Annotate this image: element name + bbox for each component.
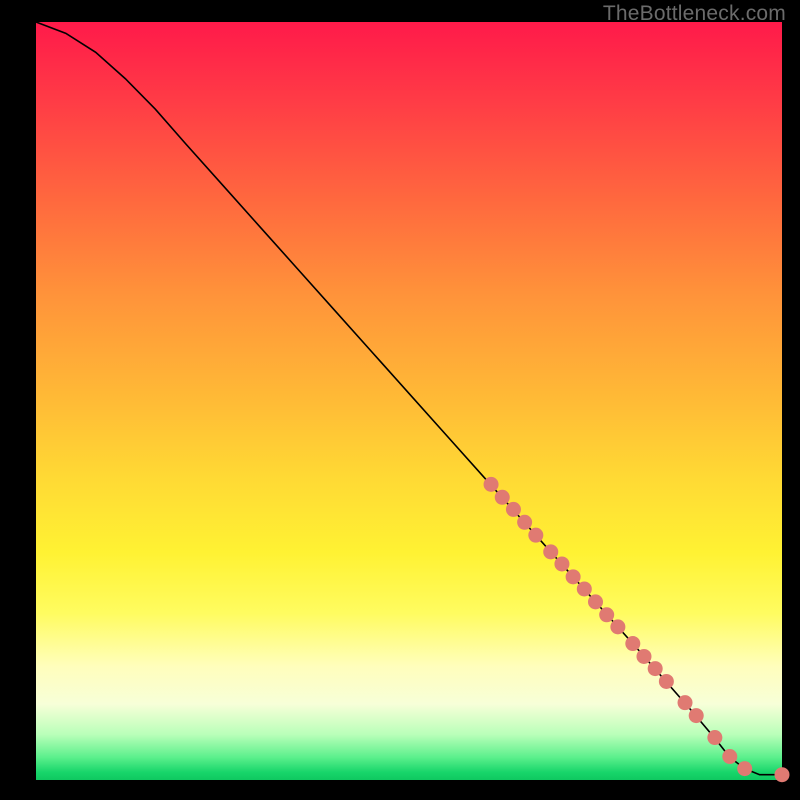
main-curve	[36, 22, 782, 775]
scatter-dot	[577, 581, 592, 596]
scatter-dot	[659, 674, 674, 689]
scatter-dot	[495, 490, 510, 505]
scatter-dot	[722, 749, 737, 764]
scatter-dot	[588, 594, 603, 609]
scatter-dot	[775, 767, 790, 782]
scatter-group	[484, 477, 790, 782]
scatter-dot	[678, 695, 693, 710]
scatter-dot	[625, 636, 640, 651]
scatter-dot	[737, 761, 752, 776]
scatter-dot	[636, 649, 651, 664]
plot-overlay	[36, 22, 782, 780]
scatter-dot	[528, 528, 543, 543]
scatter-dot	[543, 544, 558, 559]
scatter-dot	[707, 730, 722, 745]
scatter-dot	[554, 556, 569, 571]
scatter-dot	[689, 708, 704, 723]
scatter-dot	[566, 569, 581, 584]
chart-stage: TheBottleneck.com	[0, 0, 800, 800]
scatter-dot	[599, 607, 614, 622]
scatter-dot	[506, 502, 521, 517]
scatter-dot	[484, 477, 499, 492]
scatter-dot	[610, 619, 625, 634]
scatter-dot	[648, 661, 663, 676]
scatter-dot	[517, 515, 532, 530]
